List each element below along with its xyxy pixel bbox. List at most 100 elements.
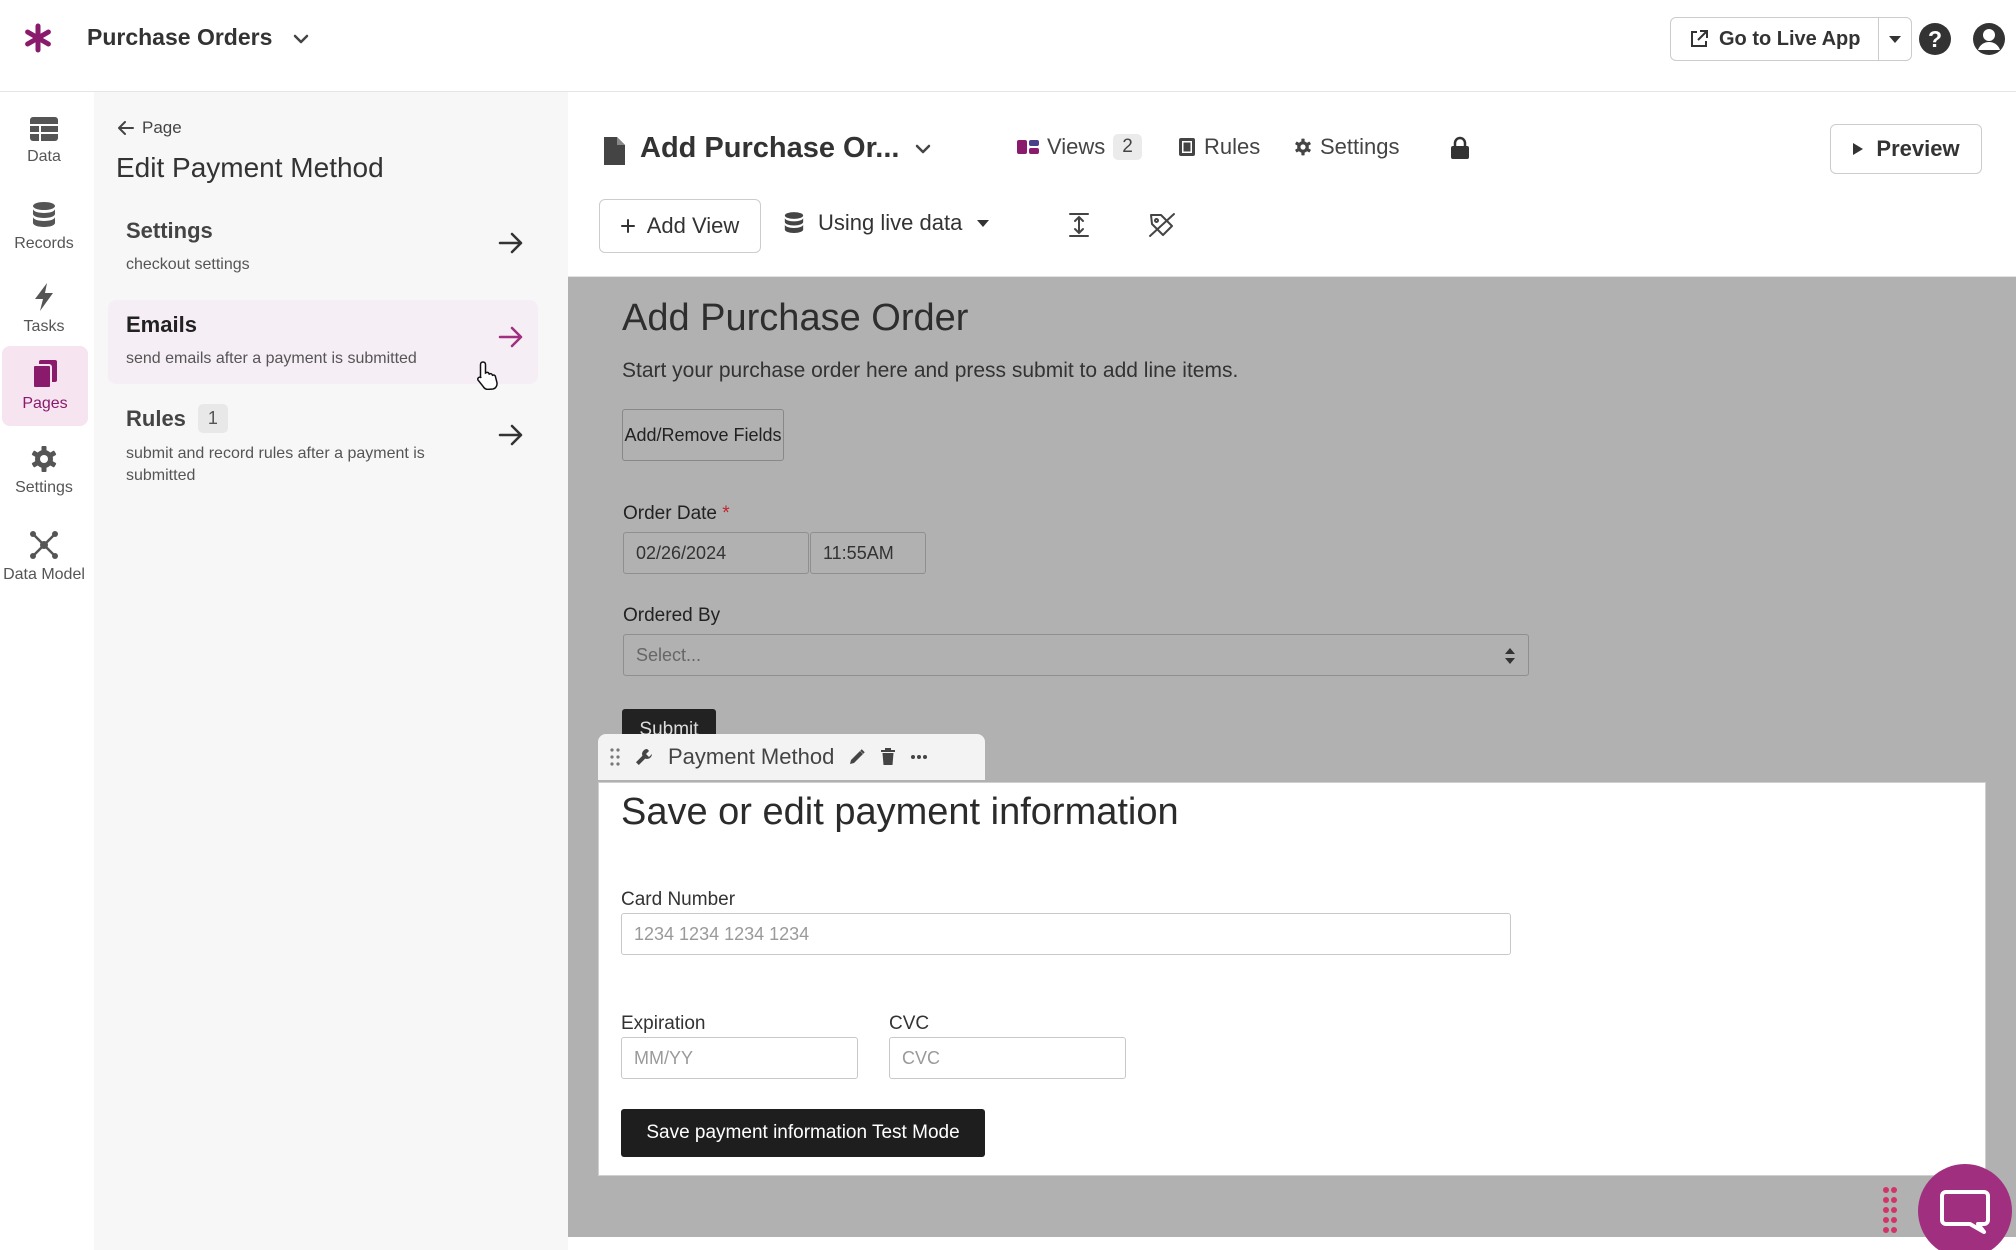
drag-handle-icon[interactable] <box>610 748 620 766</box>
nav-item-data-model[interactable]: Data Model <box>0 518 88 596</box>
views-count-badge: 2 <box>1113 134 1142 160</box>
menu-item-subtitle: checkout settings <box>126 254 486 276</box>
tag-off-icon[interactable] <box>1148 212 1176 238</box>
arrow-right-icon <box>498 424 524 446</box>
top-bar: Purchase Orders Go to Live App ? <box>0 0 2016 92</box>
nav-label: Records <box>14 235 74 253</box>
nav-label: Tasks <box>24 318 65 336</box>
panel-title: Edit Payment Method <box>116 152 384 184</box>
rules-count-badge: 1 <box>198 404 228 433</box>
page-canvas: Add Purchase Order Start your purchase o… <box>568 277 2016 1237</box>
expiration-label: Expiration <box>621 1013 706 1035</box>
card-number-input[interactable]: 1234 1234 1234 1234 <box>621 913 1511 955</box>
payment-method-block: Save or edit payment information Card Nu… <box>598 782 1986 1176</box>
database-icon <box>32 201 56 229</box>
preview-button[interactable]: Preview <box>1830 124 1982 174</box>
expiration-input[interactable]: MM/YY <box>621 1037 858 1079</box>
menu-item-title: Rules <box>126 406 186 432</box>
menu-item-settings[interactable]: Settings checkout settings <box>108 206 538 290</box>
chat-support-button[interactable] <box>1918 1164 2012 1250</box>
nav-item-records[interactable]: Records <box>0 188 88 266</box>
add-remove-fields-button[interactable]: Add/Remove Fields <box>622 409 784 461</box>
add-view-label: Add View <box>647 213 740 239</box>
submit-label: Submit <box>622 709 716 735</box>
rules-label: Rules <box>1204 134 1260 160</box>
lock-icon[interactable] <box>1450 136 1470 160</box>
page-name[interactable]: Add Purchase Or... <box>640 132 899 165</box>
nav-item-tasks[interactable]: Tasks <box>0 270 88 348</box>
menu-item-subtitle: send emails after a payment is submitted <box>126 348 486 370</box>
order-date-label: Order Date * <box>623 503 730 525</box>
settings-tab[interactable]: Settings <box>1294 134 1400 160</box>
payment-method-block-toolbar: Payment Method <box>598 734 985 780</box>
plus-icon <box>621 219 635 233</box>
cvc-input[interactable]: CVC <box>889 1037 1126 1079</box>
menu-item-subtitle: submit and record rules after a payment … <box>126 443 486 487</box>
cvc-label: CVC <box>889 1013 929 1035</box>
order-time-input[interactable]: 11:55AM <box>810 532 926 574</box>
edit-payment-panel: Page Edit Payment Method Settings checko… <box>94 92 568 1250</box>
nav-item-pages[interactable]: Pages <box>2 346 88 426</box>
nav-item-data[interactable]: Data <box>0 102 88 180</box>
play-icon <box>1852 142 1864 156</box>
go-to-live-app-label: Go to Live App <box>1719 28 1860 51</box>
order-date-label-text: Order Date <box>623 503 717 524</box>
rules-tab[interactable]: Rules <box>1178 134 1260 160</box>
save-payment-button[interactable]: Save payment information Test Mode <box>621 1109 985 1157</box>
rules-icon <box>1178 137 1196 157</box>
live-app-dropdown-button[interactable] <box>1879 18 1911 60</box>
editor-header: Add Purchase Or... Views 2 Rules <box>568 92 2016 277</box>
database-icon <box>784 211 804 235</box>
caret-down-icon <box>976 218 990 228</box>
back-to-page-link[interactable]: Page <box>118 118 182 138</box>
nav-label: Settings <box>15 479 73 497</box>
menu-item-rules[interactable]: Rules 1 submit and record rules after a … <box>108 392 538 496</box>
svg-text:?: ? <box>1928 26 1942 52</box>
caret-down-icon <box>1888 34 1902 44</box>
chevron-down-icon[interactable] <box>290 28 312 50</box>
data-source-label: Using live data <box>818 210 962 236</box>
form-title: Add Purchase Order <box>622 297 968 340</box>
app-title[interactable]: Purchase Orders <box>87 24 272 51</box>
chat-icon <box>1940 1188 1990 1234</box>
ordered-by-label: Ordered By <box>623 605 720 627</box>
nav-item-settings[interactable]: Settings <box>0 432 88 510</box>
asterisk-logo-icon[interactable] <box>22 22 54 54</box>
arrow-right-icon <box>498 232 524 254</box>
page-file-icon <box>602 136 626 166</box>
ordered-by-select[interactable]: Select... <box>623 634 1529 676</box>
nav-label: Data <box>27 148 61 166</box>
menu-item-title: Settings <box>126 218 213 244</box>
required-marker: * <box>722 503 729 524</box>
nav-label: Data Model <box>3 566 85 584</box>
form-description: Start your purchase order here and press… <box>622 359 1238 383</box>
bolt-icon <box>33 282 55 312</box>
views-label: Views <box>1047 134 1105 160</box>
settings-label: Settings <box>1320 134 1400 160</box>
wrench-icon <box>634 747 654 767</box>
pencil-icon[interactable] <box>848 748 866 766</box>
more-options-icon[interactable] <box>910 754 928 760</box>
table-icon <box>29 116 59 142</box>
network-icon <box>29 530 59 560</box>
views-icon <box>1017 138 1039 156</box>
views-tab[interactable]: Views 2 <box>1017 134 1142 160</box>
arrow-right-icon <box>498 326 524 348</box>
gear-icon <box>30 445 58 473</box>
user-avatar-icon[interactable] <box>1972 22 2006 56</box>
card-number-label: Card Number <box>621 889 735 911</box>
go-to-live-app-button[interactable]: Go to Live App <box>1671 18 1879 60</box>
back-link-label: Page <box>142 118 182 138</box>
trash-icon[interactable] <box>880 748 896 766</box>
ordered-by-placeholder: Select... <box>636 645 701 666</box>
grip-dots-icon <box>1882 1186 1898 1236</box>
menu-item-emails[interactable]: Emails send emails after a payment is su… <box>108 300 538 384</box>
order-date-input[interactable]: 02/26/2024 <box>623 532 809 574</box>
help-icon[interactable]: ? <box>1918 22 1952 56</box>
nav-label: Pages <box>22 395 67 413</box>
vertical-spacing-icon[interactable] <box>1068 212 1090 238</box>
submit-button[interactable]: Submit <box>622 709 716 735</box>
data-source-dropdown[interactable]: Using live data <box>784 210 990 236</box>
add-view-button[interactable]: Add View <box>599 199 761 253</box>
chevron-down-icon[interactable] <box>912 138 934 160</box>
